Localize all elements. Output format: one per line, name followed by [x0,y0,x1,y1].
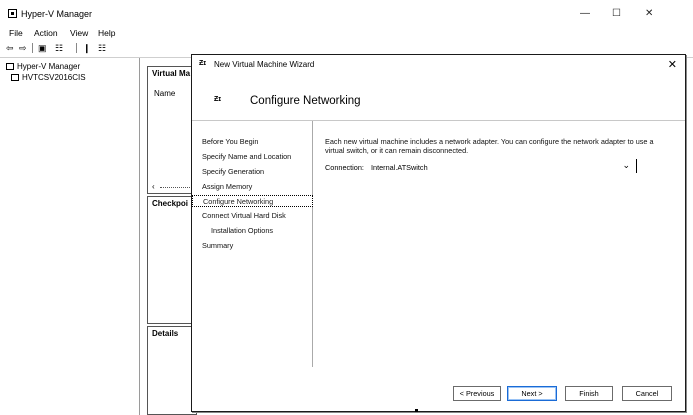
wizard-icon: Ƶɪ [199,60,207,67]
step-before-you-begin[interactable]: Before You Begin [202,137,258,146]
horizontal-scrollbar[interactable]: ‹ [152,182,196,191]
menu-file[interactable]: File [9,28,23,38]
connection-value: Internal.ATSwitch [371,163,428,172]
toolbar-separator [76,43,77,53]
step-installation-options[interactable]: Installation Options [211,226,273,235]
wizard-steps: Before You Begin Specify Name and Locati… [192,121,313,367]
networking-content: Each new virtual machine includes a netw… [325,137,675,173]
dialog-header: Ƶɪ Configure Networking [192,73,685,121]
help-icon[interactable]: ❙ [83,43,91,53]
toolbar-separator [32,43,33,53]
close-button[interactable]: ✕ [645,8,653,19]
step-configure-networking[interactable]: Configure Networking [192,195,313,207]
step-connect-virtual-hard-disk[interactable]: Connect Virtual Hard Disk [202,211,286,220]
window-titlebar: Hyper-V Manager — ☐ ✕ [0,0,693,28]
networking-description: Each new virtual machine includes a netw… [325,137,654,155]
virtual-machines-header: Virtual Ma [152,69,191,78]
page-heading: Configure Networking [250,95,361,107]
virtual-machines-pane: Virtual Ma Name ‹ [147,66,197,194]
connection-select[interactable]: Internal.ATSwitch ⌄ [367,160,630,172]
dialog-titlebar: Ƶɪ New Virtual Machine Wizard ✕ [192,55,685,73]
new-vm-wizard-dialog: Ƶɪ New Virtual Machine Wizard ✕ Ƶɪ Confi… [191,54,686,412]
next-button[interactable]: Next > [507,386,557,401]
forward-icon[interactable]: ⇨ [19,43,27,53]
maximize-button[interactable]: ☐ [612,8,621,19]
finish-button[interactable]: Finish [565,386,613,401]
window-title: Hyper-V Manager [21,9,93,19]
dialog-title: New Virtual Machine Wizard [214,60,315,69]
menu-view[interactable]: View [70,28,88,38]
details-header: Details [152,329,179,338]
networking-icon: Ƶɪ [214,96,222,103]
step-specify-generation[interactable]: Specify Generation [202,167,264,176]
previous-button[interactable]: < Previous [453,386,501,401]
toolbar: ⇦ ⇨ ▣ ☷ ❙ ☷ [0,41,693,55]
menu-action[interactable]: Action [34,28,58,38]
tree-item-server[interactable]: HVTCSV2016CIS [11,73,86,82]
minimize-button[interactable]: — [580,8,590,19]
cancel-button[interactable]: Cancel [622,386,672,401]
navigation-tree: Hyper-V Manager HVTCSV2016CIS [0,58,140,415]
server-icon [11,74,19,81]
checkpoints-pane: Checkpoi [147,196,197,324]
step-summary[interactable]: Summary [202,241,233,250]
hyperv-manager-icon [6,63,14,70]
menu-help[interactable]: Help [98,28,115,38]
checkpoints-header: Checkpoi [152,199,189,208]
show-hide-tree-icon[interactable]: ☷ [55,43,63,53]
chevron-down-icon[interactable]: ⌄ [622,160,630,171]
properties-icon[interactable]: ☷ [98,43,106,53]
hyperv-manager-icon [8,9,17,18]
back-icon[interactable]: ⇦ [6,43,14,53]
mouse-cursor [415,409,418,412]
menu-bar: File Action View Help [0,28,693,40]
text-cursor [636,159,637,173]
dialog-close-icon[interactable]: ✕ [668,58,677,71]
details-pane: Details [147,326,197,415]
connection-label: Connection: [325,163,364,172]
step-assign-memory[interactable]: Assign Memory [202,182,252,191]
scroll-left-icon[interactable]: ‹ [152,182,155,191]
tree-item-hyperv-manager[interactable]: Hyper-V Manager [6,62,80,71]
name-column-header[interactable]: Name [154,89,175,98]
up-level-icon[interactable]: ▣ [38,43,47,53]
step-specify-name-location[interactable]: Specify Name and Location [202,152,291,161]
